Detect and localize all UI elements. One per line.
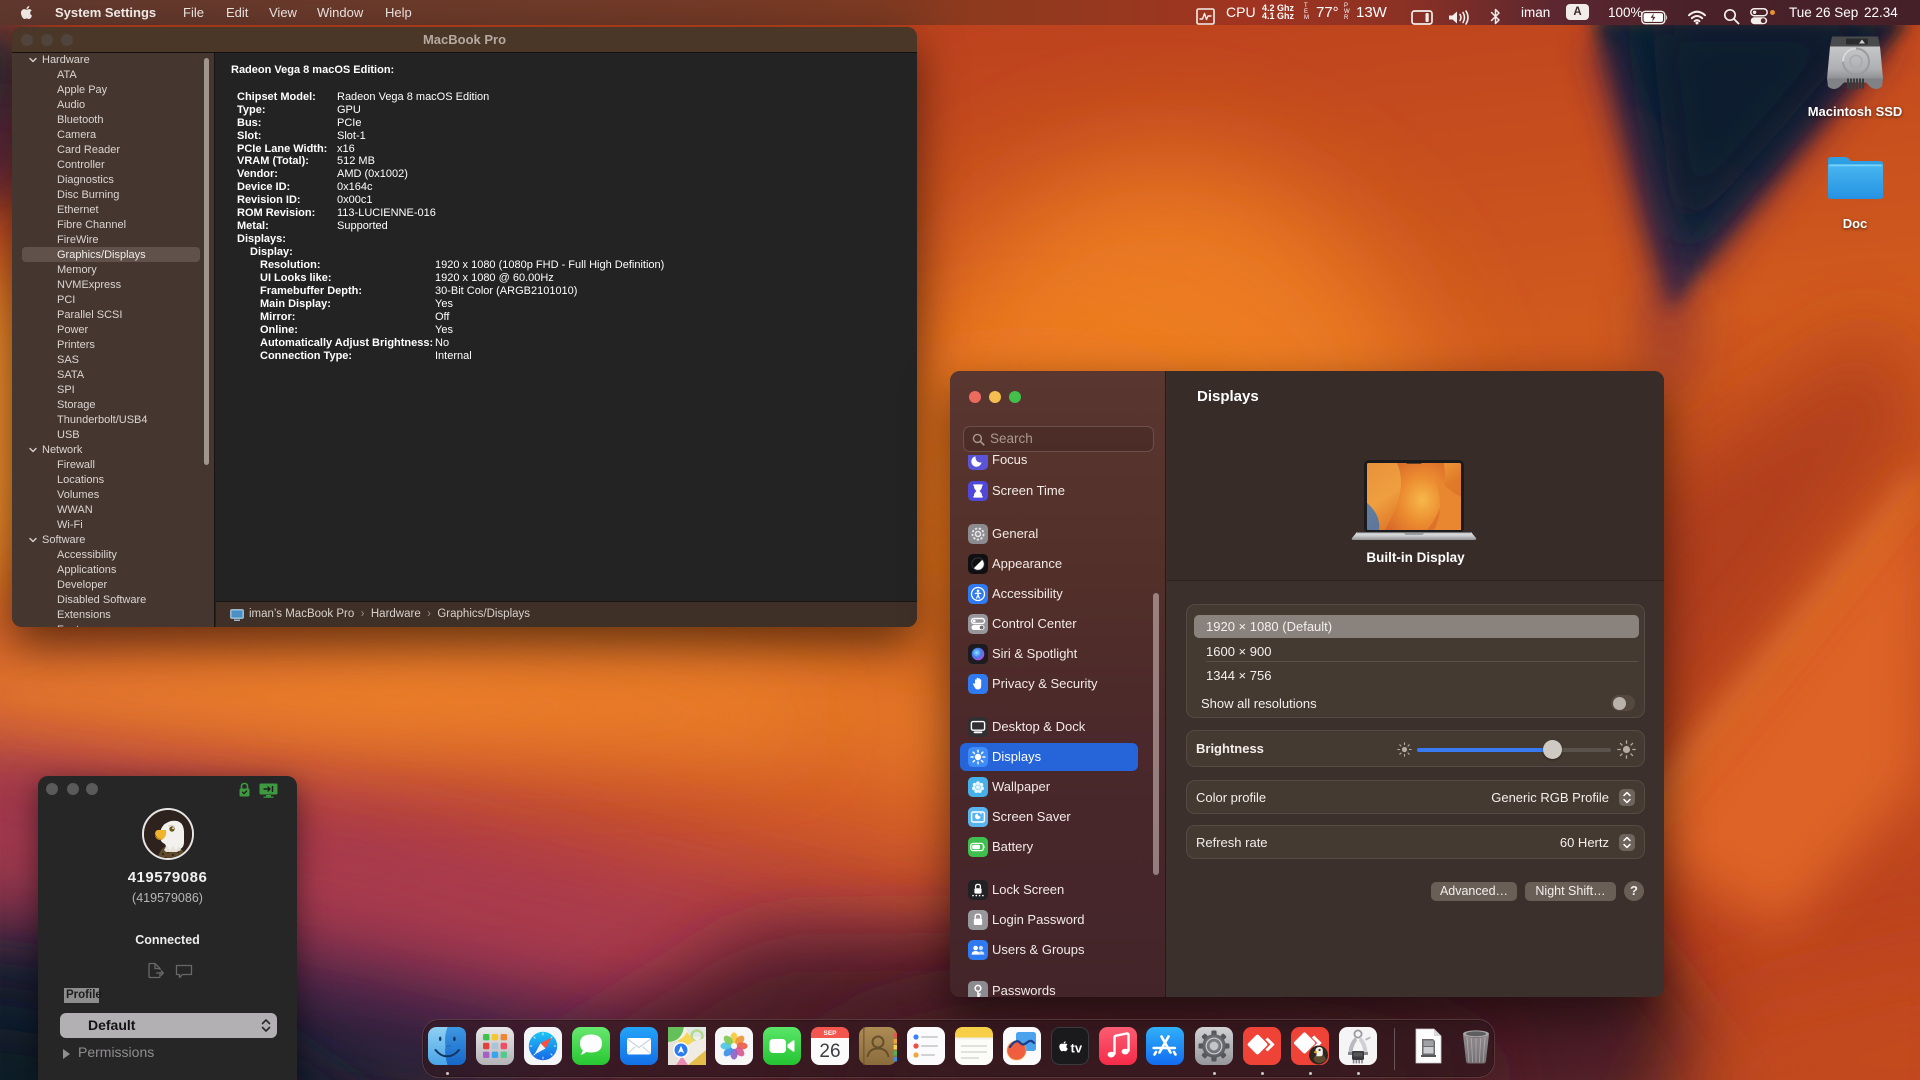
svg-text:tv: tv xyxy=(1071,1041,1083,1056)
svg-text:26: 26 xyxy=(819,1041,840,1062)
svg-text:SEP: SEP xyxy=(823,1030,837,1037)
